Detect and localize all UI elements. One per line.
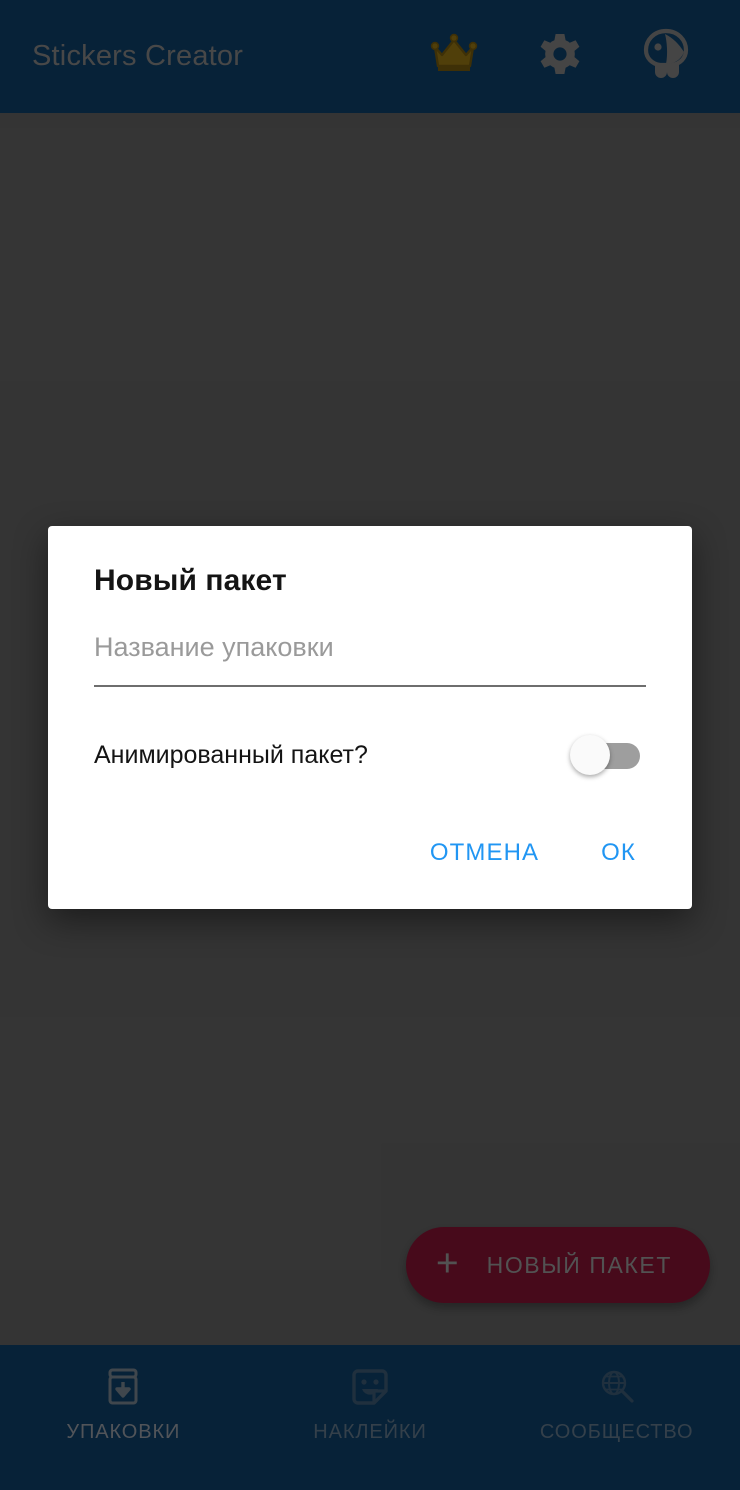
ok-button[interactable]: ОК [579, 827, 658, 879]
new-pack-dialog: Новый пакет Анимированный пакет? ОТМЕНА … [48, 526, 692, 909]
dialog-title: Новый пакет [94, 564, 287, 597]
animated-pack-row: Анимированный пакет? [48, 687, 692, 775]
animated-pack-label: Анимированный пакет? [94, 740, 368, 769]
toggle-thumb [570, 735, 610, 775]
dialog-actions: ОТМЕНА ОК [48, 775, 692, 909]
animated-pack-toggle[interactable] [570, 735, 640, 775]
cancel-button[interactable]: ОТМЕНА [408, 827, 561, 879]
pack-name-input[interactable] [94, 632, 646, 687]
pack-name-field-wrap [48, 598, 692, 687]
